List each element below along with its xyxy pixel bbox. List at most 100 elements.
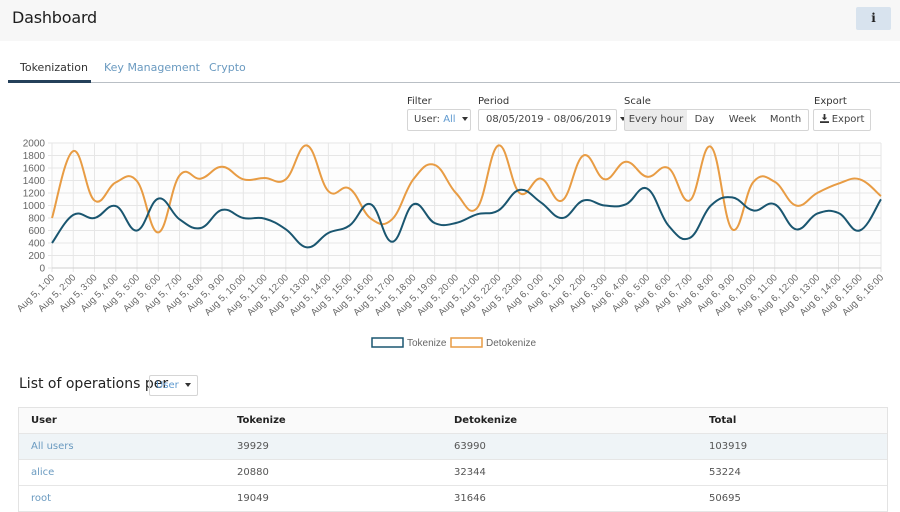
data-point-detokenize[interactable] xyxy=(368,216,373,221)
data-point-detokenize[interactable] xyxy=(453,191,458,196)
data-point-tokenize[interactable] xyxy=(751,208,756,213)
data-point-detokenize[interactable] xyxy=(708,144,713,149)
data-point-tokenize[interactable] xyxy=(241,216,246,221)
tab-tokenization[interactable]: Tokenization xyxy=(20,61,88,74)
data-point-tokenize[interactable] xyxy=(623,202,628,207)
data-point-tokenize[interactable] xyxy=(305,245,310,250)
data-point-tokenize[interactable] xyxy=(836,211,841,216)
data-point-tokenize[interactable] xyxy=(538,200,543,205)
data-point-detokenize[interactable] xyxy=(241,177,246,182)
data-point-tokenize[interactable] xyxy=(50,241,55,246)
data-point-detokenize[interactable] xyxy=(772,179,777,184)
user-link[interactable]: root xyxy=(31,486,51,512)
data-point-tokenize[interactable] xyxy=(560,216,565,221)
scale-day-button[interactable]: Day xyxy=(687,109,723,131)
data-point-detokenize[interactable] xyxy=(71,149,76,154)
filter-dropdown[interactable]: User: All xyxy=(407,109,471,131)
data-point-detokenize[interactable] xyxy=(411,177,416,182)
legend-item-detokenize[interactable]: Detokenize xyxy=(450,337,536,349)
data-point-detokenize[interactable] xyxy=(262,176,267,181)
data-point-detokenize[interactable] xyxy=(50,216,55,221)
data-point-tokenize[interactable] xyxy=(517,187,522,192)
table-row[interactable]: root 19049 31646 50695 xyxy=(19,486,887,512)
data-point-tokenize[interactable] xyxy=(772,202,777,207)
data-point-tokenize[interactable] xyxy=(793,227,798,232)
data-point-tokenize[interactable] xyxy=(708,203,713,208)
data-point-detokenize[interactable] xyxy=(751,179,756,184)
data-point-tokenize[interactable] xyxy=(368,202,373,207)
column-header-tokenize[interactable]: Tokenize xyxy=(237,408,286,434)
data-point-detokenize[interactable] xyxy=(645,174,650,179)
data-point-tokenize[interactable] xyxy=(135,228,140,233)
data-point-detokenize[interactable] xyxy=(198,176,203,181)
data-point-tokenize[interactable] xyxy=(411,202,416,207)
data-point-detokenize[interactable] xyxy=(283,177,288,182)
tab-crypto[interactable]: Crypto xyxy=(209,61,246,74)
tab-key-management[interactable]: Key Management xyxy=(104,61,200,74)
data-point-tokenize[interactable] xyxy=(347,223,352,228)
data-point-detokenize[interactable] xyxy=(135,179,140,184)
data-point-detokenize[interactable] xyxy=(581,153,586,158)
data-point-tokenize[interactable] xyxy=(453,221,458,226)
data-point-detokenize[interactable] xyxy=(857,177,862,182)
data-point-tokenize[interactable] xyxy=(879,197,884,202)
data-point-detokenize[interactable] xyxy=(390,217,395,222)
data-point-detokenize[interactable] xyxy=(92,198,97,203)
data-point-tokenize[interactable] xyxy=(581,198,586,203)
data-point-tokenize[interactable] xyxy=(177,217,182,222)
legend-item-tokenize[interactable]: Tokenize xyxy=(371,337,447,349)
data-point-tokenize[interactable] xyxy=(475,212,480,217)
data-point-tokenize[interactable] xyxy=(687,236,692,241)
data-point-tokenize[interactable] xyxy=(113,204,118,209)
data-point-tokenize[interactable] xyxy=(815,211,820,216)
user-link[interactable]: alice xyxy=(31,460,54,486)
data-point-tokenize[interactable] xyxy=(857,228,862,233)
data-point-tokenize[interactable] xyxy=(496,208,501,213)
data-point-detokenize[interactable] xyxy=(560,198,565,203)
data-point-tokenize[interactable] xyxy=(262,216,267,221)
data-point-tokenize[interactable] xyxy=(390,239,395,244)
column-header-detokenize[interactable]: Detokenize xyxy=(454,408,517,434)
column-header-total[interactable]: Total xyxy=(709,408,736,434)
data-point-detokenize[interactable] xyxy=(347,186,352,191)
data-point-detokenize[interactable] xyxy=(113,180,118,185)
period-dropdown[interactable]: 08/05/2019 - 08/06/2019 xyxy=(478,109,627,131)
column-header-user[interactable]: User xyxy=(31,408,57,434)
user-link[interactable]: All users xyxy=(31,434,74,460)
data-point-detokenize[interactable] xyxy=(305,143,310,148)
table-row[interactable]: alice 20880 32344 53224 xyxy=(19,460,887,486)
data-point-detokenize[interactable] xyxy=(836,181,841,186)
scale-month-button[interactable]: Month xyxy=(763,109,809,131)
data-point-detokenize[interactable] xyxy=(326,189,331,194)
data-point-detokenize[interactable] xyxy=(666,166,671,171)
group-by-dropdown[interactable]: User xyxy=(149,375,198,396)
info-button[interactable]: i xyxy=(856,7,891,30)
data-point-detokenize[interactable] xyxy=(177,173,182,178)
data-point-detokenize[interactable] xyxy=(156,230,161,235)
data-point-tokenize[interactable] xyxy=(71,212,76,217)
data-point-detokenize[interactable] xyxy=(815,191,820,196)
data-point-tokenize[interactable] xyxy=(730,195,735,200)
data-point-tokenize[interactable] xyxy=(645,186,650,191)
data-point-tokenize[interactable] xyxy=(602,203,607,208)
data-point-detokenize[interactable] xyxy=(220,164,225,169)
data-point-detokenize[interactable] xyxy=(496,143,501,148)
data-point-tokenize[interactable] xyxy=(283,227,288,232)
data-point-detokenize[interactable] xyxy=(538,176,543,181)
data-point-tokenize[interactable] xyxy=(92,216,97,221)
data-point-tokenize[interactable] xyxy=(220,207,225,212)
data-point-detokenize[interactable] xyxy=(475,206,480,211)
data-point-tokenize[interactable] xyxy=(666,223,671,228)
data-point-tokenize[interactable] xyxy=(326,231,331,236)
data-point-tokenize[interactable] xyxy=(198,226,203,231)
data-point-detokenize[interactable] xyxy=(730,227,735,232)
data-point-detokenize[interactable] xyxy=(687,198,692,203)
scale-week-button[interactable]: Week xyxy=(722,109,764,131)
data-point-detokenize[interactable] xyxy=(602,177,607,182)
data-point-detokenize[interactable] xyxy=(793,203,798,208)
export-button[interactable]: Export xyxy=(813,109,871,131)
data-point-detokenize[interactable] xyxy=(623,159,628,164)
scale-every-hour-button[interactable]: Every hour xyxy=(624,109,688,131)
data-point-tokenize[interactable] xyxy=(156,196,161,201)
data-point-detokenize[interactable] xyxy=(432,162,437,167)
